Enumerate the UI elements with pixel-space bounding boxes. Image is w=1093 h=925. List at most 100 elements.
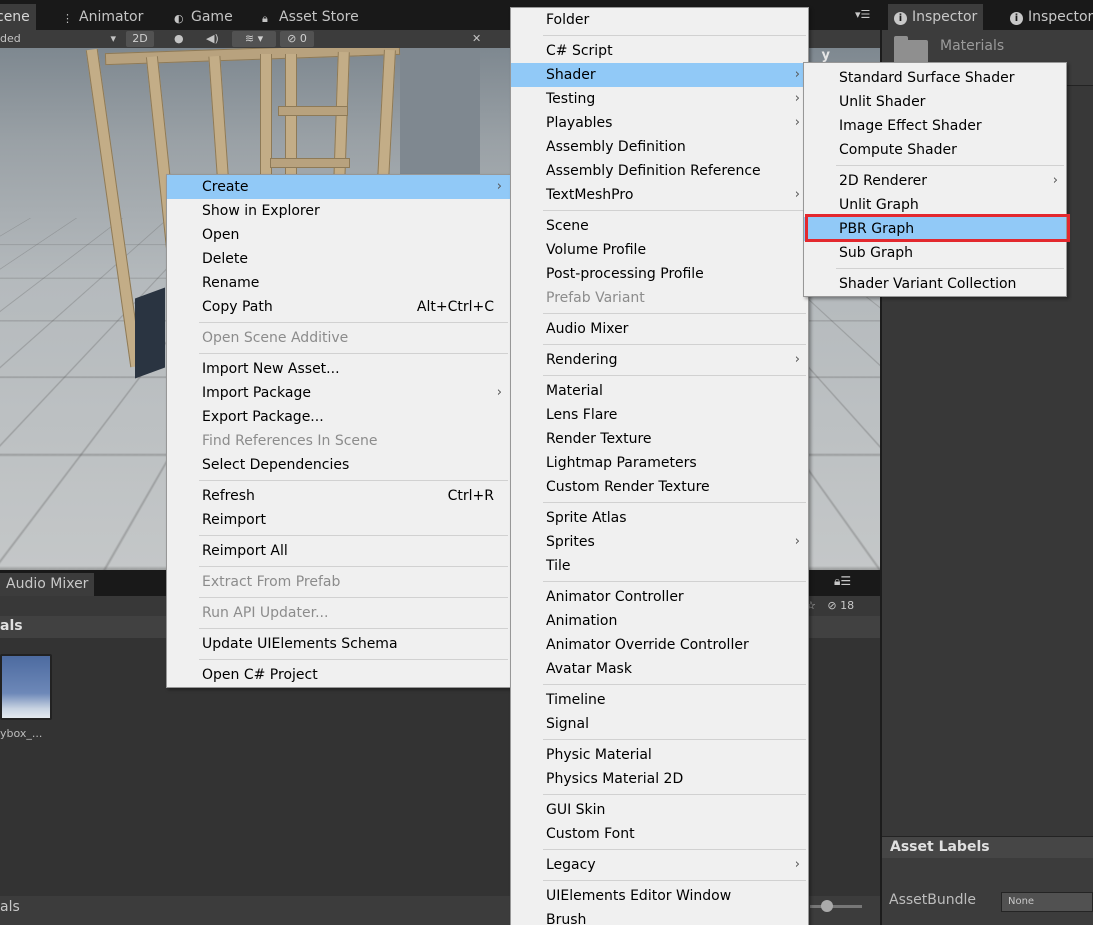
shading-mode-dropdown[interactable]: ded ▾: [0, 30, 118, 48]
menu-item-compute-shader[interactable]: Compute Shader: [804, 138, 1066, 162]
menu-item-gui-skin[interactable]: GUI Skin: [511, 798, 808, 822]
menu-item-timeline[interactable]: Timeline: [511, 688, 808, 712]
menu-item-textmeshpro[interactable]: TextMeshPro ›: [511, 183, 808, 207]
menu-item-2d-renderer[interactable]: 2D Renderer ›: [804, 169, 1066, 193]
menu-item-label: Avatar Mask: [546, 661, 632, 677]
menu-item-standard-surface-shader[interactable]: Standard Surface Shader: [804, 66, 1066, 90]
tab-inspector[interactable]: i Inspector: [888, 4, 984, 30]
menu-item-sprite-atlas[interactable]: Sprite Atlas: [511, 506, 808, 530]
menu-item-show-in-explorer[interactable]: Show in Explorer: [167, 199, 510, 223]
menu-item-label: Rename: [202, 275, 260, 291]
menu-item-signal[interactable]: Signal: [511, 712, 808, 736]
assetbundle-dropdown[interactable]: None: [1001, 892, 1093, 912]
menu-item-refresh[interactable]: Refresh Ctrl+R: [167, 484, 510, 508]
menu-item-shortcut: Alt+Ctrl+C: [416, 299, 494, 315]
panel-lock-icon[interactable]: 🔒︎☰: [834, 574, 851, 589]
menu-item-unlit-graph[interactable]: Unlit Graph: [804, 193, 1066, 217]
menu-item-update-uielements-schema[interactable]: Update UIElements Schema: [167, 632, 510, 656]
menu-item-rename[interactable]: Rename: [167, 271, 510, 295]
chevron-right-icon: ›: [496, 179, 502, 194]
effects-button[interactable]: ≋ ▾: [232, 31, 276, 47]
menu-item-assembly-definition-reference[interactable]: Assembly Definition Reference: [511, 159, 808, 183]
menu-item-volume-profile[interactable]: Volume Profile: [511, 238, 808, 262]
menu-item-testing[interactable]: Testing ›: [511, 87, 808, 111]
thumbnail-size-slider[interactable]: [810, 905, 862, 908]
eye-slash-icon: ⊘: [287, 32, 297, 45]
menu-item-label: Sprite Atlas: [546, 510, 627, 526]
menu-item-import-package[interactable]: Import Package ›: [167, 381, 510, 405]
menu-item-image-effect-shader[interactable]: Image Effect Shader: [804, 114, 1066, 138]
menu-item-avatar-mask[interactable]: Avatar Mask: [511, 657, 808, 681]
menu-item-label: Signal: [546, 716, 590, 732]
menu-item-shortcut: Ctrl+R: [447, 488, 494, 504]
menu-item-folder[interactable]: Folder: [511, 8, 808, 32]
2d-toggle-button[interactable]: 2D: [126, 31, 154, 47]
menu-item-open[interactable]: Open: [167, 223, 510, 247]
menu-item-run-api-updater: Run API Updater...: [167, 601, 510, 625]
menu-item-copy-path[interactable]: Copy Path Alt+Ctrl+C: [167, 295, 510, 319]
menu-item-physics-material-2d[interactable]: Physics Material 2D: [511, 767, 808, 791]
scene-gizmo-y-axis[interactable]: y: [822, 48, 830, 63]
menu-item-tile[interactable]: Tile: [511, 554, 808, 578]
tab-audio-mixer[interactable]: Audio Mixer: [0, 573, 95, 596]
menu-item-animator-controller[interactable]: Animator Controller: [511, 585, 808, 609]
menu-item-sub-graph[interactable]: Sub Graph: [804, 241, 1066, 265]
tab-inspector-2[interactable]: i Inspector: [1004, 4, 1093, 30]
tab-scene[interactable]: cene: [0, 4, 36, 30]
skybox-material-thumbnail[interactable]: [0, 654, 52, 720]
menu-item-create[interactable]: Create ›: [167, 175, 510, 199]
tools-icon[interactable]: ✕: [472, 30, 481, 48]
menu-item-custom-font[interactable]: Custom Font: [511, 822, 808, 846]
menu-item-pbr-graph[interactable]: PBR Graph: [804, 217, 1066, 241]
menu-item-animation[interactable]: Animation: [511, 609, 808, 633]
menu-item-label: Find References In Scene: [202, 433, 378, 449]
tab-game[interactable]: ◐ Game: [168, 4, 239, 30]
menu-item-shader[interactable]: Shader ›: [511, 63, 808, 87]
lighting-icon[interactable]: ●: [174, 30, 184, 48]
menu-item-animator-override-controller[interactable]: Animator Override Controller: [511, 633, 808, 657]
menu-item-material[interactable]: Material: [511, 379, 808, 403]
unity-editor-window: cene ⋮ Animator ◐ Game 🔒︎ Asset Store ▾☰ de…: [0, 0, 1093, 925]
menu-item-unlit-shader[interactable]: Unlit Shader: [804, 90, 1066, 114]
menu-item-label: Physic Material: [546, 747, 652, 763]
menu-item-reimport-all[interactable]: Reimport All: [167, 539, 510, 563]
tab-asset-store[interactable]: 🔒︎ Asset Store: [256, 4, 365, 30]
menu-item-render-texture[interactable]: Render Texture: [511, 427, 808, 451]
menu-separator: [511, 499, 808, 506]
menu-item-rendering[interactable]: Rendering ›: [511, 348, 808, 372]
menu-item-custom-render-texture[interactable]: Custom Render Texture: [511, 475, 808, 499]
menu-item-uielements-editor-window[interactable]: UIElements Editor Window: [511, 884, 808, 908]
menu-separator: [511, 578, 808, 585]
menu-item-post-processing-profile[interactable]: Post-processing Profile: [511, 262, 808, 286]
menu-item-sprites[interactable]: Sprites ›: [511, 530, 808, 554]
menu-item-brush[interactable]: Brush: [511, 908, 808, 925]
hidden-objects-button[interactable]: ⊘ 0: [280, 31, 314, 47]
panel-menu-icon[interactable]: ▾☰: [855, 8, 870, 21]
menu-item-physic-material[interactable]: Physic Material: [511, 743, 808, 767]
menu-item-label: Animation: [546, 613, 618, 629]
eye-slash-icon[interactable]: ⊘: [827, 599, 836, 612]
info-icon: i: [1010, 12, 1023, 25]
menu-item-shader-variant-collection[interactable]: Shader Variant Collection: [804, 272, 1066, 296]
menu-item-legacy[interactable]: Legacy ›: [511, 853, 808, 877]
menu-item-export-package[interactable]: Export Package...: [167, 405, 510, 429]
menu-item-audio-mixer[interactable]: Audio Mixer: [511, 317, 808, 341]
menu-item-playables[interactable]: Playables ›: [511, 111, 808, 135]
menu-item-lens-flare[interactable]: Lens Flare: [511, 403, 808, 427]
menu-item-reimport[interactable]: Reimport: [167, 508, 510, 532]
tab-animator[interactable]: ⋮ Animator: [56, 4, 149, 30]
asset-labels-header[interactable]: Asset Labels: [882, 836, 1093, 858]
menu-item-c-script[interactable]: C# Script: [511, 39, 808, 63]
menu-item-select-dependencies[interactable]: Select Dependencies: [167, 453, 510, 477]
menu-separator: [511, 846, 808, 853]
menu-item-import-new-asset[interactable]: Import New Asset...: [167, 357, 510, 381]
menu-item-lightmap-parameters[interactable]: Lightmap Parameters: [511, 451, 808, 475]
slider-handle[interactable]: [821, 900, 833, 912]
menu-item-scene[interactable]: Scene: [511, 214, 808, 238]
menu-item-open-c-project[interactable]: Open C# Project: [167, 663, 510, 687]
audio-icon[interactable]: ◀): [206, 30, 219, 48]
menu-separator: [511, 681, 808, 688]
project-hidden-count: 18: [840, 599, 855, 612]
menu-item-assembly-definition[interactable]: Assembly Definition: [511, 135, 808, 159]
menu-item-delete[interactable]: Delete: [167, 247, 510, 271]
